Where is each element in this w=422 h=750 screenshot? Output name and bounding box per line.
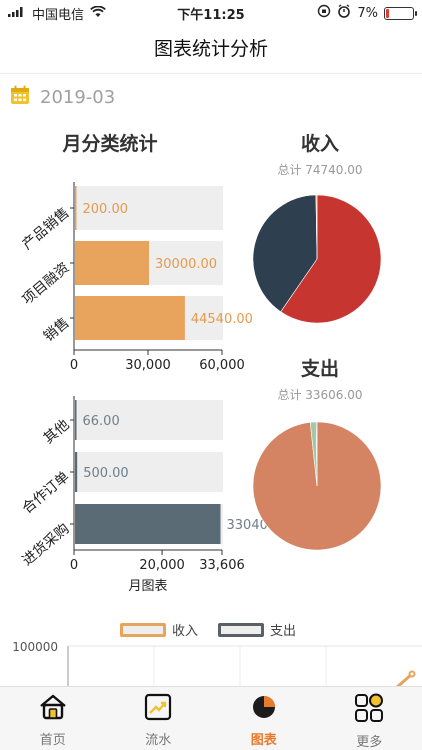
trend-line-chart: 100000	[12, 640, 422, 688]
grid-more-icon[interactable]	[354, 693, 384, 727]
income-x-tick-label: 0	[70, 358, 78, 373]
legend-expense-swatch[interactable]	[218, 622, 265, 637]
expense-x-tick-label: 20,000	[139, 558, 185, 573]
tab-flow-label: 流水	[145, 733, 172, 748]
income-bar	[75, 296, 185, 340]
income-category-label: 产品销售	[19, 205, 72, 253]
income-x-tick-label: 60,000	[199, 358, 245, 373]
income-bar	[75, 241, 149, 285]
income-category-label: 项目融资	[19, 260, 72, 308]
expense-bar	[75, 504, 221, 544]
expense-bar	[75, 400, 77, 440]
line-y-top-label: 100000	[12, 640, 58, 654]
expense-x-axis-title: 月图表	[128, 579, 167, 594]
expense-value-label: 500.00	[83, 466, 129, 481]
expense-x-tick-label: 33,606	[199, 558, 245, 573]
tab-more-label: 更多	[356, 735, 383, 750]
home-icon[interactable]	[38, 693, 68, 725]
expense-category-label: 合作订单	[19, 469, 72, 517]
income-pie-chart	[252, 194, 382, 324]
expense-category-label: 进货采购	[19, 520, 73, 569]
tab-charts[interactable]: 图表	[211, 687, 317, 750]
trend-point	[408, 670, 416, 678]
income-value-label: 44540.00	[191, 312, 253, 327]
trend-icon[interactable]	[144, 693, 172, 725]
expense-category-label: 其他	[41, 417, 73, 447]
income-value-label: 30000.00	[155, 257, 217, 272]
legend-income-swatch[interactable]	[120, 622, 166, 637]
expense-bar	[75, 452, 78, 492]
tab-home-label: 首页	[39, 733, 66, 748]
tab-home[interactable]: 首页	[0, 687, 106, 750]
income-bar	[75, 186, 77, 230]
tab-charts-label: 图表	[250, 733, 277, 748]
expense-value-label: 66.00	[83, 414, 120, 429]
expense-x-tick-label: 0	[70, 558, 78, 573]
tab-bar: 首页 流水 图表 更多	[0, 686, 422, 750]
expense-pie-chart	[252, 421, 382, 551]
income-value-label: 200.00	[83, 202, 129, 217]
income-category-label: 销售	[41, 315, 73, 345]
pie-chart-icon[interactable]	[250, 693, 278, 725]
tab-flow[interactable]: 流水	[106, 687, 212, 750]
tab-more[interactable]: 更多	[317, 687, 422, 750]
income-x-tick-label: 30,000	[125, 358, 171, 373]
